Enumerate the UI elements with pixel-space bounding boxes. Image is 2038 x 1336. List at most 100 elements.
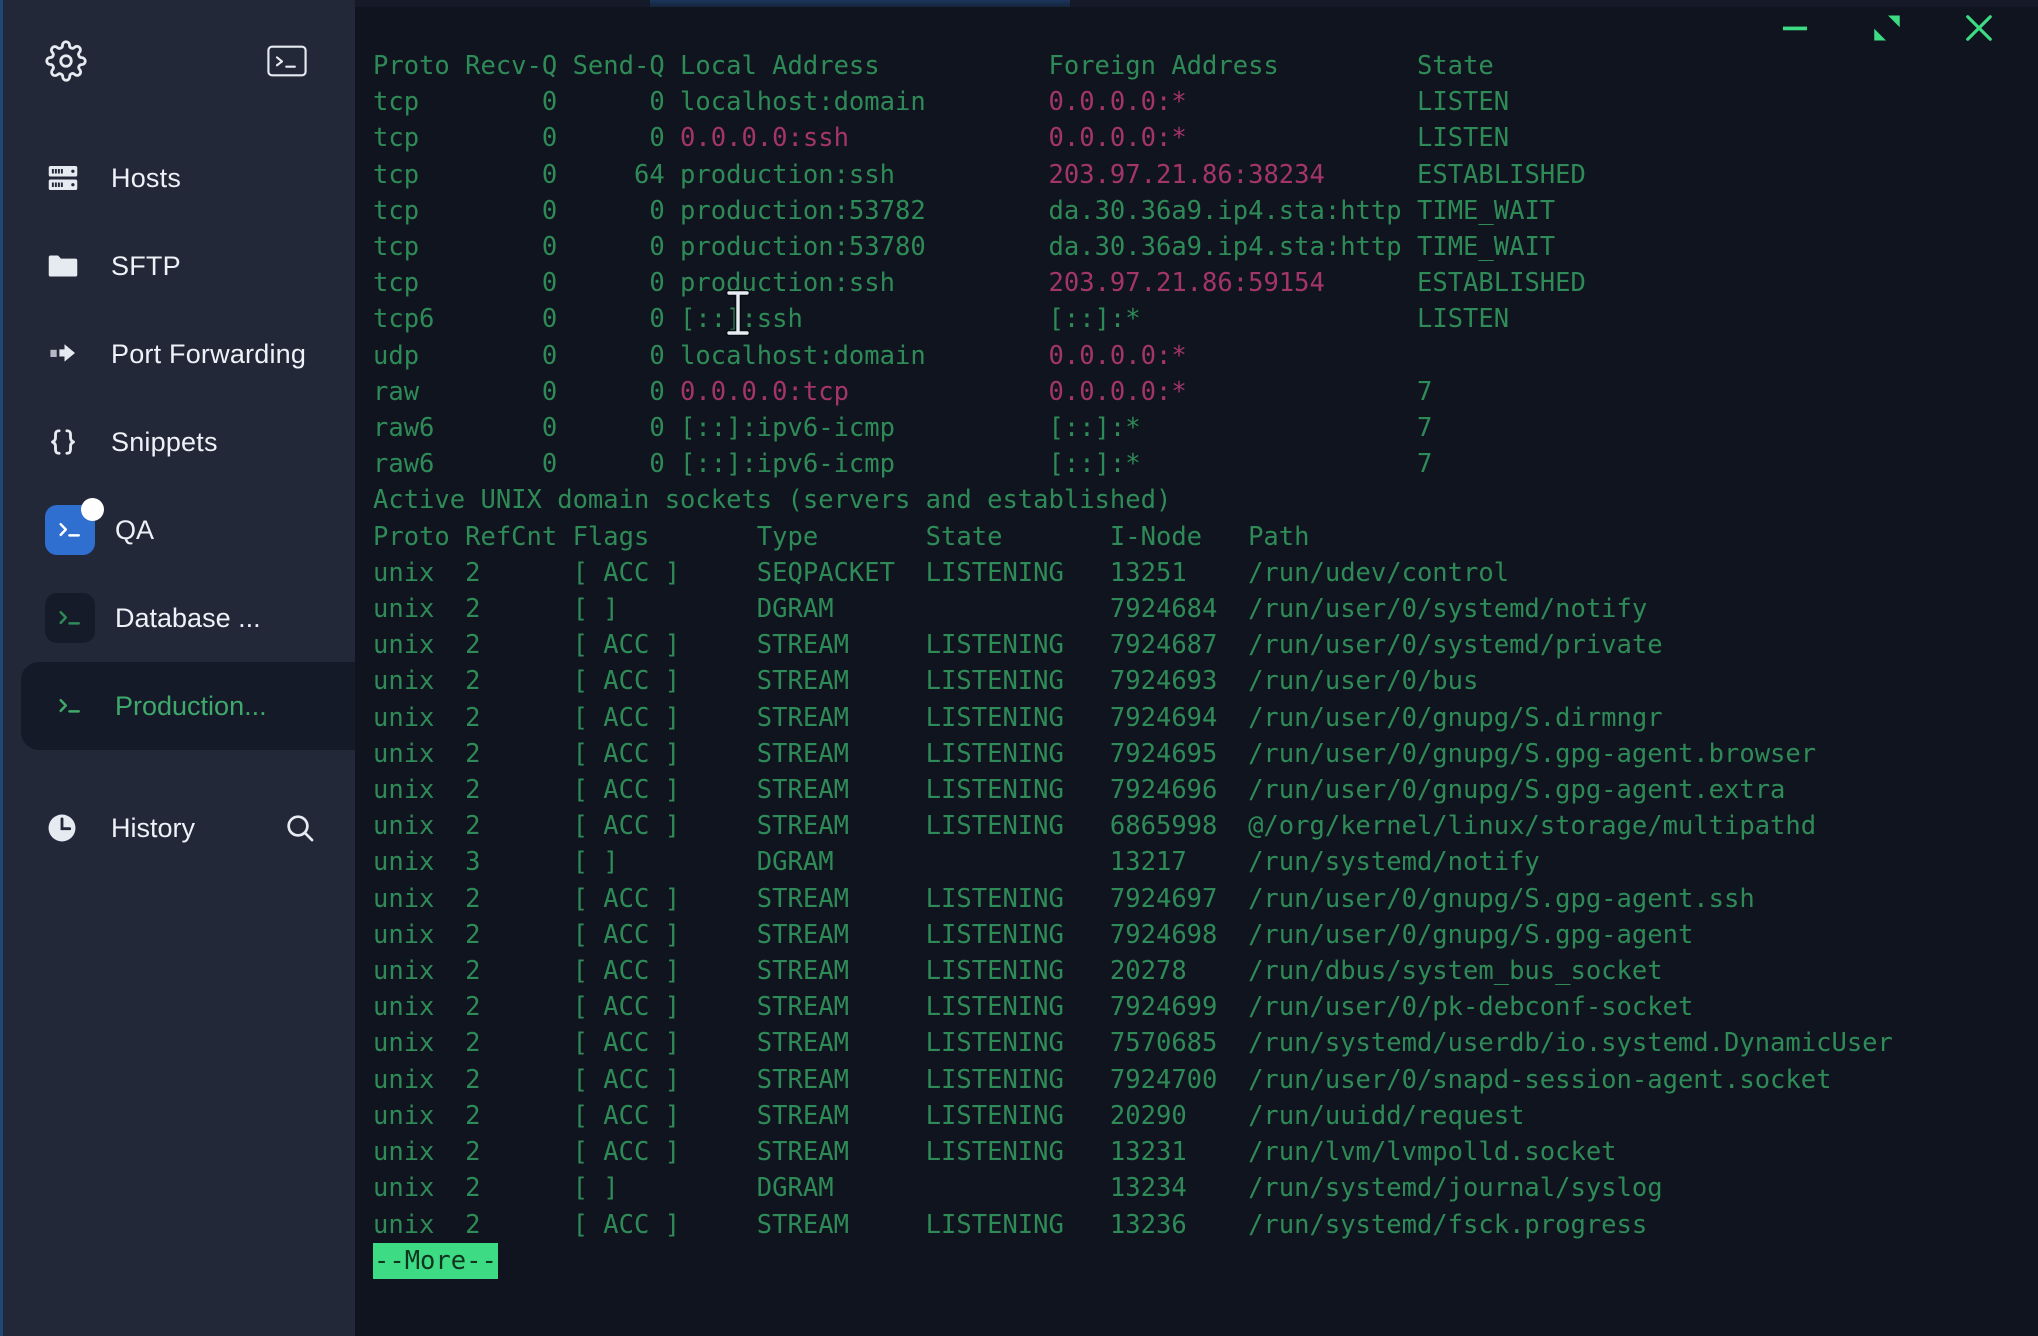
sidebar-item-hosts[interactable]: Hosts [3, 134, 355, 222]
terminal-row-unix: unix 2 [ ACC ] STREAM LISTENING 7924695 … [373, 736, 2038, 772]
terminal-text: Active UNIX domain sockets (servers and … [373, 485, 1172, 516]
terminal-row-unix: unix 3 [ ] DGRAM 13217 /run/systemd/noti… [373, 844, 2038, 880]
sidebar-item-snippets[interactable]: Snippets [3, 398, 355, 486]
terminal-text: ESTABLISHED [1416, 268, 1586, 299]
terminal-text: ESTABLISHED [1416, 159, 1586, 190]
sidebar-item-port-forwarding[interactable]: Port Forwarding [3, 310, 355, 398]
terminal-text: [::]:ipv6-icmp [680, 413, 1049, 444]
maximize-button[interactable] [1864, 7, 1910, 53]
sidebar-item-label: Snippets [111, 426, 218, 457]
terminal-text: unix 2 [ ACC ] STREAM LISTENING 7924699 … [373, 992, 1694, 1023]
terminal-row-inet: tcp 0 64 production:ssh 203.97.21.86:382… [373, 157, 2038, 193]
sidebar-item-label: Port Forwarding [111, 338, 307, 369]
sidebar-nav: Hosts SFTP Port Forwarding Snippets QA D… [3, 126, 355, 872]
terminal-address: 203.97.21.86:38234 [1048, 159, 1417, 190]
terminal-pane[interactable]: Proto Recv-Q Send-Q Local Address Foreig… [355, 0, 2038, 1336]
terminal-text: unix 2 [ ] DGRAM 7924684 /run/user/0/sys… [373, 594, 1648, 625]
braces-icon [45, 424, 91, 460]
close-icon [1961, 10, 1997, 51]
terminal-text: raw 0 0 [373, 376, 681, 407]
terminal-icon [45, 498, 104, 555]
pager-prompt[interactable]: --More-- [373, 1242, 498, 1279]
terminal-text: tcp 0 64 [373, 159, 681, 190]
terminal-text: unix 2 [ ACC ] STREAM LISTENING 7924698 … [373, 919, 1694, 950]
sidebar-session-label: Production... [115, 690, 267, 721]
sidebar-item-label: SFTP [111, 250, 181, 281]
terminal-text: unix 2 [ ACC ] STREAM LISTENING 20290 /r… [373, 1100, 1525, 1131]
sidebar-session-label: Database ... [115, 602, 261, 633]
terminal-text: unix 2 [ ACC ] STREAM LISTENING 7924695 … [373, 738, 1817, 769]
terminal-row-unix: unix 2 [ ACC ] STREAM LISTENING 7924693 … [373, 663, 2038, 699]
terminal-text: LISTEN [1416, 87, 1510, 118]
terminal-text: TIME_WAIT [1416, 232, 1556, 263]
app-window: Hosts SFTP Port Forwarding Snippets QA D… [0, 0, 2038, 1336]
terminal-text: unix 2 [ ACC ] SEQPACKET LISTENING 13251… [373, 557, 1510, 588]
gear-icon [45, 39, 87, 87]
terminal-row-unix: unix 2 [ ACC ] STREAM LISTENING 7924696 … [373, 772, 2038, 808]
terminal-row-inet: raw6 0 0 [::]:ipv6-icmp [::]:* 7 [373, 446, 2038, 482]
terminal-row-unix: unix 2 [ ACC ] STREAM LISTENING 7924700 … [373, 1062, 2038, 1098]
terminal-text: tcp 0 0 [373, 268, 681, 299]
terminal-address: 0.0.0.0:* [1048, 87, 1417, 118]
terminal-row-inet: tcp 0 0 localhost:domain 0.0.0.0:* LISTE… [373, 84, 2038, 120]
tab-strip [355, 0, 2038, 7]
sidebar-session-qa[interactable]: QA [3, 486, 355, 574]
terminal-text: unix 2 [ ACC ] STREAM LISTENING 20278 /r… [373, 956, 1663, 987]
port-forward-icon [45, 336, 91, 372]
terminal-address: 0.0.0.0:ssh [680, 123, 1049, 154]
sidebar-item-sftp[interactable]: SFTP [3, 222, 355, 310]
folder-icon [45, 248, 91, 284]
terminal-text: 7 [1416, 376, 1433, 407]
terminal-row-unix: unix 2 [ ACC ] STREAM LISTENING 13231 /r… [373, 1134, 2038, 1170]
terminal-text: LISTEN [1416, 123, 1510, 154]
terminal-text: raw6 0 0 [373, 449, 681, 480]
search-icon[interactable] [283, 811, 317, 845]
settings-button[interactable] [45, 39, 87, 87]
terminal-header-unix: Proto RefCnt Flags Type State I-Node Pat… [373, 519, 2038, 555]
terminal-row-unix: unix 2 [ ] DGRAM 13234 /run/systemd/jour… [373, 1170, 2038, 1206]
new-terminal-button[interactable] [267, 45, 307, 82]
terminal-row-unix: unix 2 [ ACC ] STREAM LISTENING 6865998 … [373, 808, 2038, 844]
terminal-text: [::]:* [1048, 304, 1417, 335]
active-tab-indicator[interactable] [650, 0, 1070, 7]
terminal-row-unix: unix 2 [ ] DGRAM 7924684 /run/user/0/sys… [373, 591, 2038, 627]
terminal-text: unix 2 [ ACC ] STREAM LISTENING 7570685 … [373, 1028, 1893, 1059]
terminal-row-inet: tcp 0 0 production:53780 da.30.36a9.ip4.… [373, 229, 2038, 265]
terminal-text: unix 2 [ ACC ] STREAM LISTENING 7924687 … [373, 630, 1663, 661]
terminal-text: unix 2 [ ] DGRAM 13234 /run/systemd/jour… [373, 1173, 1663, 1204]
sidebar-session-production[interactable]: Production... [21, 662, 355, 750]
terminal-icon [45, 681, 95, 731]
terminal-text: unix 3 [ ] DGRAM 13217 /run/systemd/noti… [373, 847, 1540, 878]
sidebar-item-history[interactable]: History [3, 784, 355, 872]
terminal-row-inet: tcp 0 0 production:53782 da.30.36a9.ip4.… [373, 193, 2038, 229]
terminal-text: Proto RefCnt Flags Type State I-Node Pat… [373, 521, 1310, 552]
terminal-row-unix: unix 2 [ ACC ] STREAM LISTENING 7570685 … [373, 1025, 2038, 1061]
terminal-text: localhost:domain [680, 340, 1049, 371]
terminal-row-unix: unix 2 [ ACC ] STREAM LISTENING 20290 /r… [373, 1098, 2038, 1134]
terminal-row-unix: unix 2 [ ACC ] STREAM LISTENING 7924687 … [373, 627, 2038, 663]
sidebar-session-database[interactable]: Database ... [3, 574, 355, 662]
terminal-text: da.30.36a9.ip4.sta:http [1048, 232, 1417, 263]
terminal-text: tcp 0 0 [373, 123, 681, 154]
terminal-text: production:ssh [680, 268, 1049, 299]
terminal-text: unix 2 [ ACC ] STREAM LISTENING 13236 /r… [373, 1209, 1648, 1240]
terminal-text: localhost:domain [680, 87, 1049, 118]
close-button[interactable] [1956, 7, 2002, 53]
minimize-button[interactable] [1772, 7, 1818, 53]
terminal-text: unix 2 [ ACC ] STREAM LISTENING 7924697 … [373, 883, 1755, 914]
sidebar-item-label: Hosts [111, 162, 182, 193]
terminal-output[interactable]: Proto Recv-Q Send-Q Local Address Foreig… [373, 48, 2038, 1336]
terminal-text: tcp 0 0 [373, 232, 681, 263]
terminal-text: 7 [1416, 413, 1433, 444]
terminal-text: unix 2 [ ACC ] STREAM LISTENING 6865998 … [373, 811, 1817, 842]
clock-icon [45, 811, 91, 845]
terminal-text: udp 0 0 [373, 340, 681, 371]
sidebar-item-label: History [111, 812, 196, 843]
terminal-text: LISTEN [1416, 304, 1510, 335]
terminal-text: production:ssh [680, 159, 1049, 190]
minimize-icon [1778, 11, 1812, 50]
terminal-row-unix: unix 2 [ ACC ] STREAM LISTENING 7924694 … [373, 700, 2038, 736]
terminal-text: [::]:ssh [680, 304, 1049, 335]
terminal-text: [::]:* [1048, 449, 1417, 480]
terminal-row-inet: raw6 0 0 [::]:ipv6-icmp [::]:* 7 [373, 410, 2038, 446]
